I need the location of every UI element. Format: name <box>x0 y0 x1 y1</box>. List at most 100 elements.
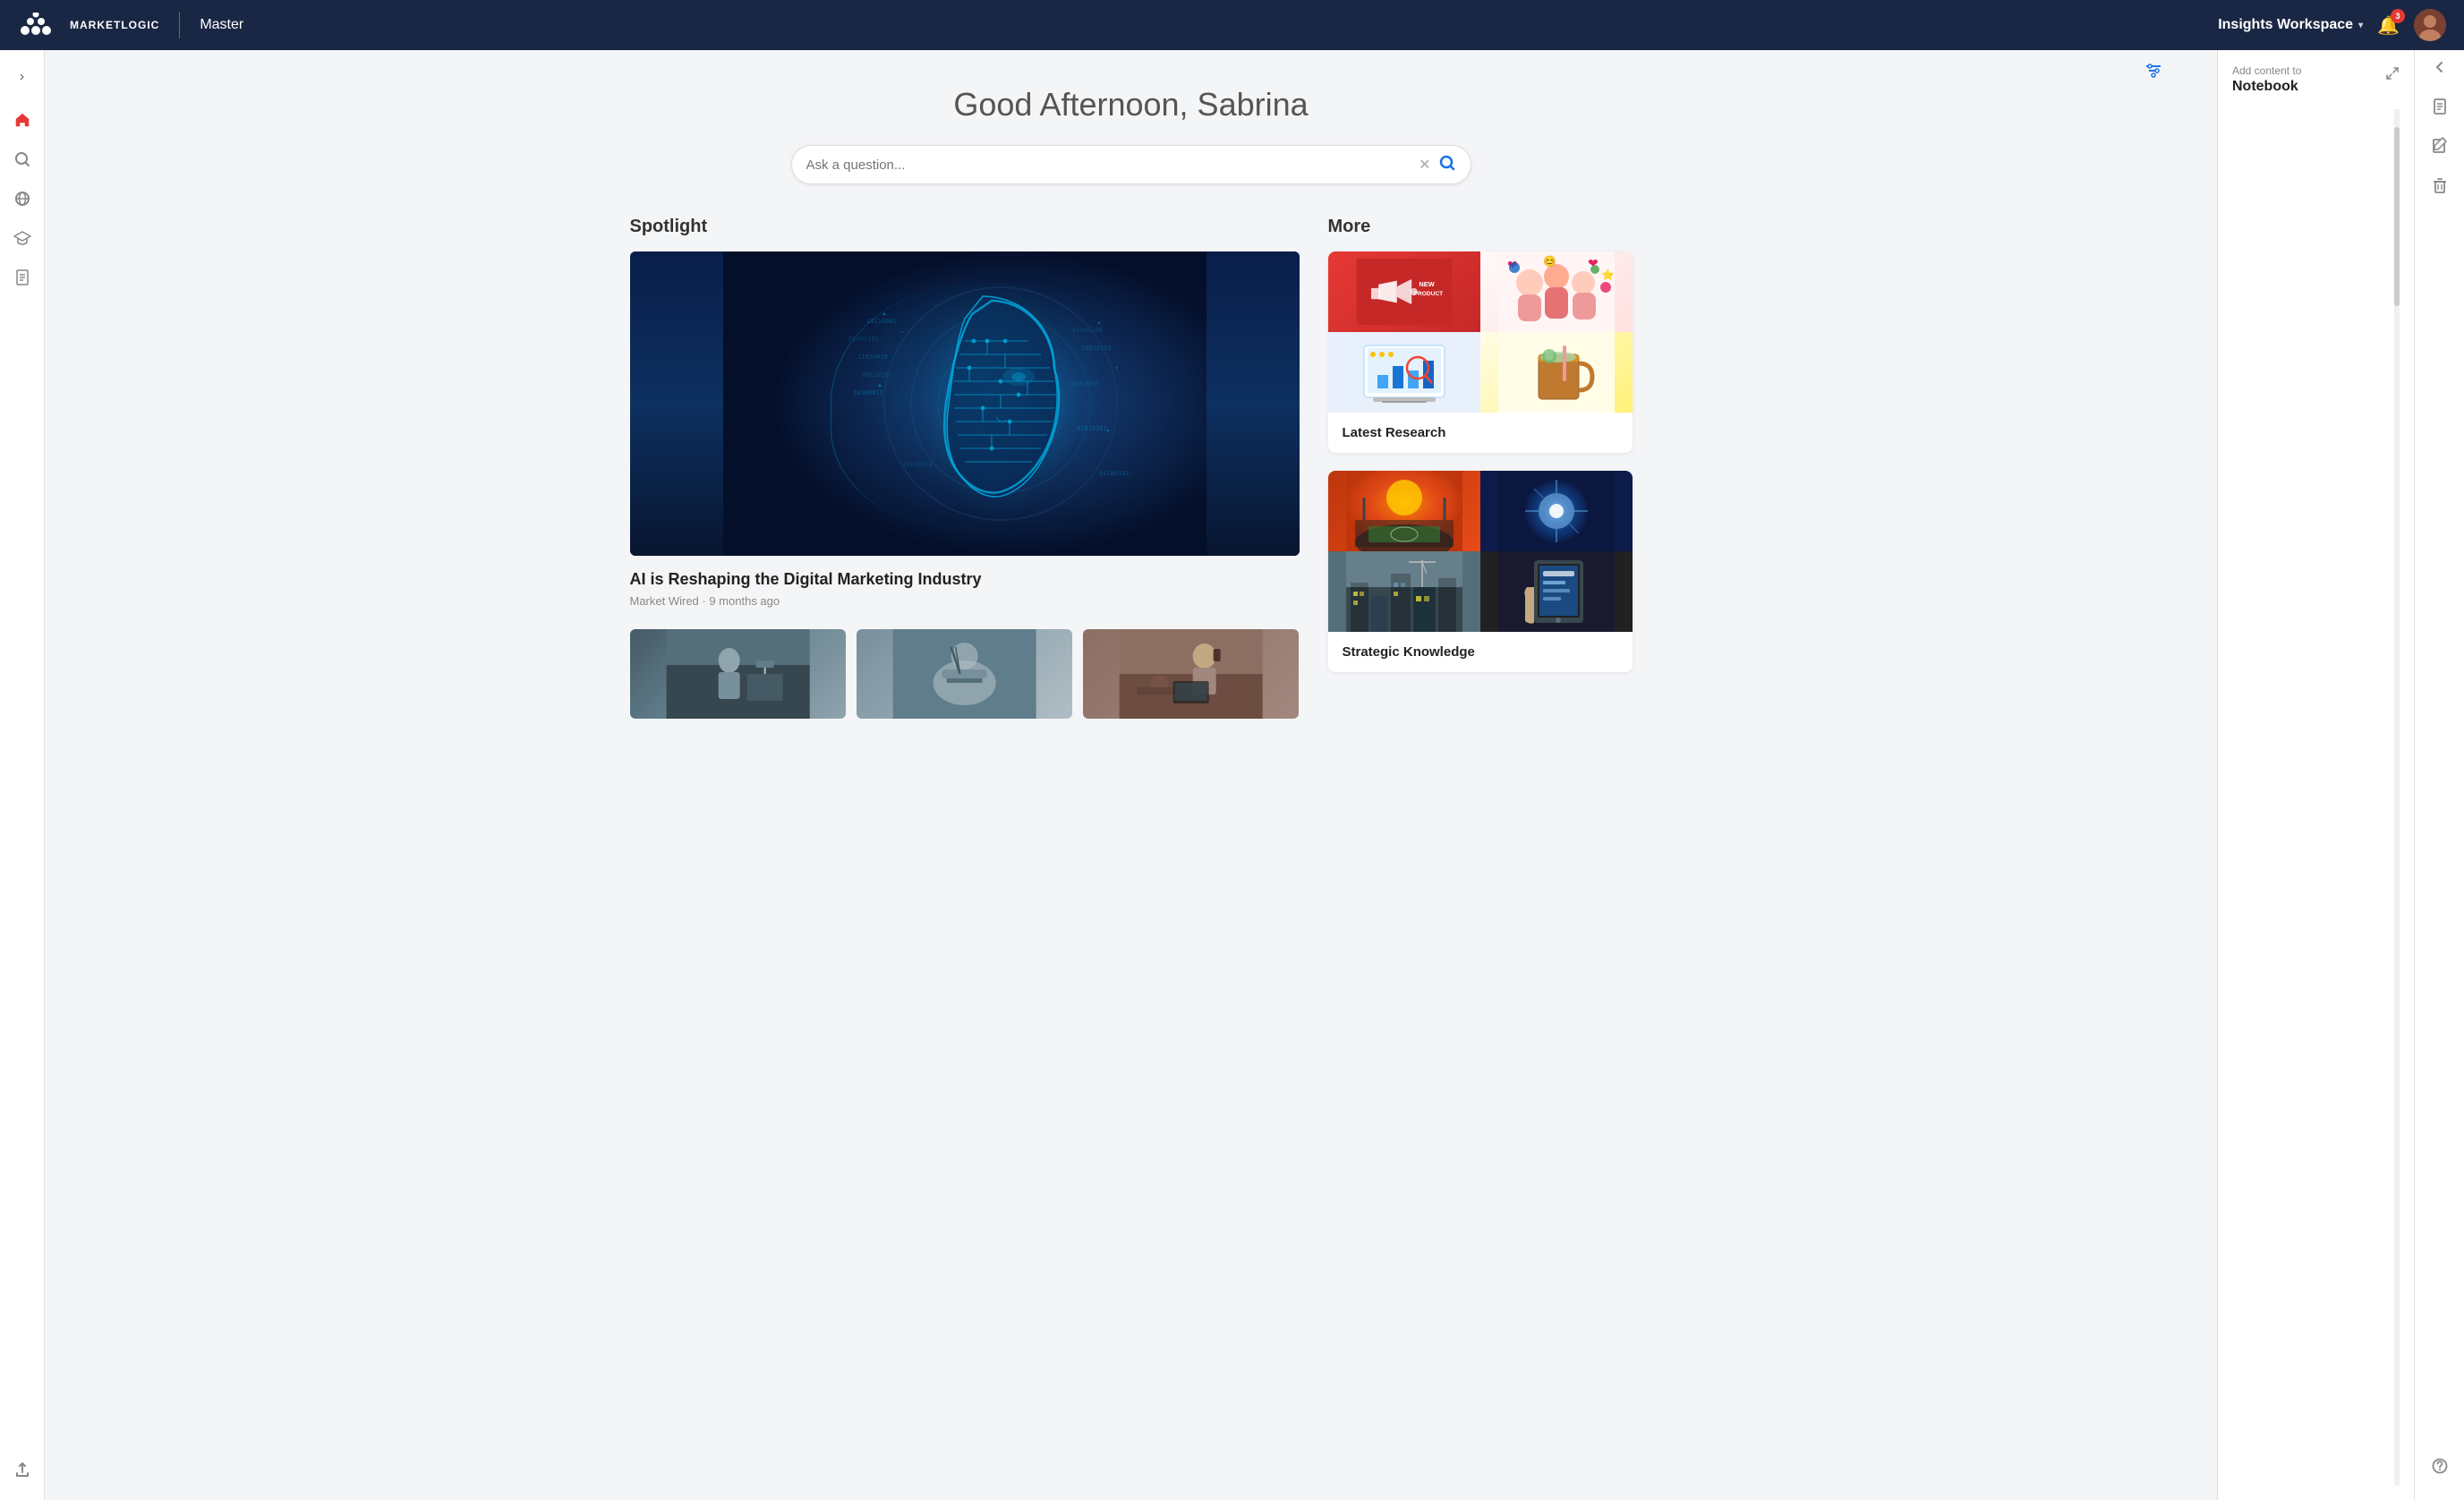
trash-panel-icon[interactable] <box>2424 169 2456 201</box>
sidebar-item-discover[interactable] <box>4 183 40 218</box>
collection-name-2: Strategic Knowledge <box>1328 632 1633 672</box>
city-img <box>1328 551 1480 632</box>
collection-cell-1: NEW PRODUCT <box>1328 251 1480 332</box>
globe-icon <box>13 190 31 212</box>
sidebar-item-home[interactable] <box>4 104 40 140</box>
right-icon-panel <box>2414 50 2464 1500</box>
thumb1-img <box>630 629 846 719</box>
sidebar-item-search[interactable] <box>4 143 40 179</box>
scrollbar-track <box>2394 109 2400 1486</box>
main-layout: › <box>0 50 2464 1500</box>
workspace-label: Insights Workspace <box>2218 17 2353 33</box>
collection-card-strategic-knowledge[interactable]: Strategic Knowledge <box>1328 471 1633 672</box>
notification-badge: 3 <box>2391 9 2405 23</box>
graduation-icon <box>13 229 31 251</box>
thumb2-img <box>857 629 1072 719</box>
thumbnail-card-1[interactable] <box>630 629 846 719</box>
svg-text:10100011: 10100011 <box>853 389 883 396</box>
edit-panel-icon[interactable] <box>2424 130 2456 162</box>
sidebar-expand-button[interactable]: › <box>6 61 38 93</box>
spotlight-image[interactable]: 10110001 01001101 11010010 00110101 1010… <box>630 251 1300 556</box>
content-area: Good Afternoon, Sabrina ✕ Spotlight <box>45 50 2217 1500</box>
notebook-header: Add content to Notebook <box>2232 64 2400 95</box>
main-content: Good Afternoon, Sabrina ✕ Spotlight <box>594 50 1668 754</box>
notebook-expand-button[interactable] <box>2385 66 2400 85</box>
thumbnail-card-3[interactable] <box>1083 629 1299 719</box>
article-meta: Market Wired · 9 months ago <box>630 594 1300 608</box>
greeting-text: Good Afternoon, Sabrina <box>630 86 1633 124</box>
svg-text:01100101: 01100101 <box>1099 470 1130 477</box>
help-panel-icon[interactable] <box>2424 1450 2456 1482</box>
notebook-panel: Add content to Notebook <box>2217 50 2414 1500</box>
scrollbar-thumb[interactable] <box>2394 127 2400 306</box>
sidebar-item-reports[interactable] <box>4 261 40 297</box>
notebook-title: Notebook <box>2232 79 2301 95</box>
logo-svg <box>18 13 61 38</box>
user-avatar[interactable] <box>2414 9 2446 41</box>
svg-text:NEW: NEW <box>1419 280 1434 288</box>
search-icon <box>13 150 31 173</box>
collection-cell-7 <box>1328 551 1480 632</box>
article-title: AI is Reshaping the Digital Marketing In… <box>630 570 1300 589</box>
blue-burst-img <box>1480 471 1633 551</box>
spotlight-section: Spotlight <box>630 217 1300 719</box>
notebook-title-group: Add content to Notebook <box>2232 64 2301 95</box>
more-section: More <box>1328 217 1633 719</box>
reports-icon <box>13 268 31 291</box>
search-input[interactable] <box>806 158 1420 173</box>
ai-circuit-illustration: 10110001 01001101 11010010 00110101 1010… <box>630 251 1300 556</box>
svg-text:01001101: 01001101 <box>848 336 879 343</box>
svg-text:00110101: 00110101 <box>862 371 892 379</box>
logo-divider <box>179 12 180 38</box>
avatar-svg <box>2414 9 2446 41</box>
search-button[interactable] <box>1438 154 1456 176</box>
logo-text: MARKETLOGIC <box>70 19 159 31</box>
svg-text:⭐: ⭐ <box>1601 268 1615 281</box>
svg-text:11001010: 11001010 <box>1068 380 1098 388</box>
collection-cell-8 <box>1480 551 1633 632</box>
analytics-img <box>1328 332 1480 413</box>
search-clear-button[interactable]: ✕ <box>1419 156 1430 174</box>
app-name: Master <box>200 17 243 33</box>
collection-cell-3 <box>1328 332 1480 413</box>
new-product-img: NEW PRODUCT <box>1335 259 1473 325</box>
two-column-layout: Spotlight <box>630 217 1633 719</box>
avatar-image <box>2414 9 2446 41</box>
thumbnail-row <box>630 629 1300 719</box>
svg-text:10010110: 10010110 <box>1081 345 1112 352</box>
chevron-down-icon: ▾ <box>2358 21 2363 30</box>
thumb3-img <box>1083 629 1299 719</box>
workspace-button[interactable]: Insights Workspace ▾ <box>2218 17 2363 33</box>
collection-card-latest-research[interactable]: NEW PRODUCT <box>1328 251 1633 453</box>
svg-text:10110010: 10110010 <box>902 461 933 468</box>
document-panel-icon[interactable] <box>2424 90 2456 123</box>
spotlight-title: Spotlight <box>630 217 1300 237</box>
collection-grid-2 <box>1328 471 1633 632</box>
svg-text:😊: 😊 <box>1543 255 1556 268</box>
collection-grid: NEW PRODUCT <box>1328 251 1633 413</box>
svg-text:01101100: 01101100 <box>1072 327 1103 334</box>
svg-text:PRODUCT: PRODUCT <box>1413 291 1442 297</box>
notification-button[interactable]: 🔔 3 <box>2377 14 2400 37</box>
svg-text:01010101: 01010101 <box>1077 425 1107 432</box>
logo[interactable]: MARKETLOGIC Master <box>18 12 243 38</box>
upload-icon <box>13 1461 31 1483</box>
stadium-img <box>1328 471 1480 551</box>
sidebar-item-learn[interactable] <box>4 222 40 258</box>
panel-collapse-button[interactable] <box>2434 61 2446 76</box>
sidebar-item-upload[interactable] <box>4 1453 40 1489</box>
collection-cell-4 <box>1480 332 1633 413</box>
logo-mark <box>18 13 61 38</box>
chevron-right-icon: › <box>20 69 24 85</box>
thumbnail-card-2[interactable] <box>857 629 1072 719</box>
cocktail-img <box>1480 332 1633 413</box>
social-img: ❤ 😊 ❤ ⭐ <box>1480 251 1633 332</box>
expand-icon <box>2385 66 2400 81</box>
tablet-img <box>1480 551 1633 632</box>
filter-button[interactable] <box>2144 61 2163 85</box>
search-container: ✕ <box>791 145 1471 184</box>
collection-cell-6 <box>1480 471 1633 551</box>
svg-text:11010010: 11010010 <box>857 354 888 361</box>
notebook-add-text: Add content to <box>2232 64 2301 77</box>
filter-bar <box>2144 61 2163 85</box>
